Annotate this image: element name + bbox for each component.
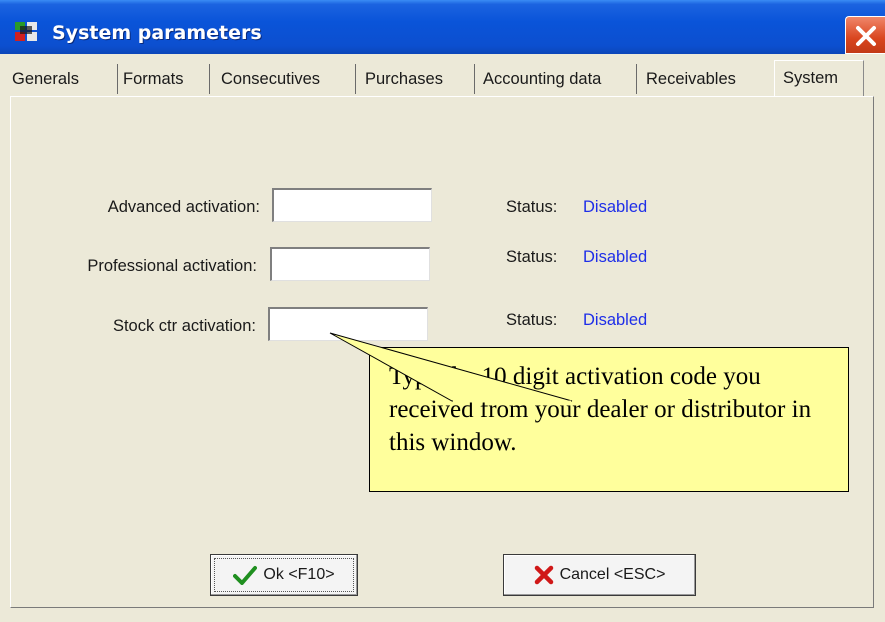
advanced-activation-label: Advanced activation: <box>107 198 260 216</box>
close-icon <box>856 26 876 46</box>
stock-ctr-status-value: Disabled <box>583 311 648 329</box>
tab-accounting-data[interactable]: Accounting data <box>483 64 637 94</box>
ok-button-label: Ok <F10> <box>263 566 335 583</box>
professional-activation-input[interactable] <box>270 247 430 281</box>
stock-ctr-activation-label: Stock ctr activation: <box>112 317 256 335</box>
checkmark-icon <box>233 566 258 585</box>
close-button[interactable] <box>845 16 885 54</box>
cancel-button[interactable]: Cancel <ESC> <box>503 554 696 596</box>
title-bar[interactable]: System parameters <box>0 0 885 54</box>
status-label: Status: <box>506 311 558 329</box>
tab-label: Purchases <box>365 70 443 88</box>
tab-label: Receivables <box>646 70 736 88</box>
client-area: Generals Formats Consecutives Purchases … <box>0 54 885 622</box>
ok-button[interactable]: Ok <F10> <box>210 554 358 596</box>
status-label: Status: <box>506 248 558 266</box>
callout-text: Type the 10 digit activation code you re… <box>389 363 812 456</box>
system-parameters-window: System parameters Generals Formats Conse… <box>0 0 885 622</box>
tab-receivables[interactable]: Receivables <box>646 64 772 94</box>
advanced-status-value: Disabled <box>583 198 648 216</box>
tab-label: Formats <box>123 70 184 88</box>
professional-status-value: Disabled <box>583 248 648 266</box>
tab-system[interactable]: System <box>774 60 864 96</box>
advanced-activation-input[interactable] <box>272 188 432 222</box>
cancel-button-label: Cancel <ESC> <box>559 566 666 583</box>
tab-label: Accounting data <box>483 70 602 88</box>
app-icon <box>15 22 37 41</box>
tab-generals[interactable]: Generals <box>12 64 118 94</box>
tab-formats[interactable]: Formats <box>123 64 210 94</box>
status-label: Status: <box>506 198 558 216</box>
professional-activation-label: Professional activation: <box>87 257 257 275</box>
tab-label: Consecutives <box>221 70 321 88</box>
x-icon <box>534 565 553 585</box>
window-title: System parameters <box>52 22 262 44</box>
help-callout: Type the 10 digit activation code you re… <box>369 347 849 492</box>
stock-ctr-activation-input[interactable] <box>268 307 428 341</box>
tab-label: Generals <box>12 70 79 88</box>
tab-purchases[interactable]: Purchases <box>365 64 475 94</box>
tab-consecutives[interactable]: Consecutives <box>221 64 356 94</box>
tab-label: System <box>783 69 839 87</box>
